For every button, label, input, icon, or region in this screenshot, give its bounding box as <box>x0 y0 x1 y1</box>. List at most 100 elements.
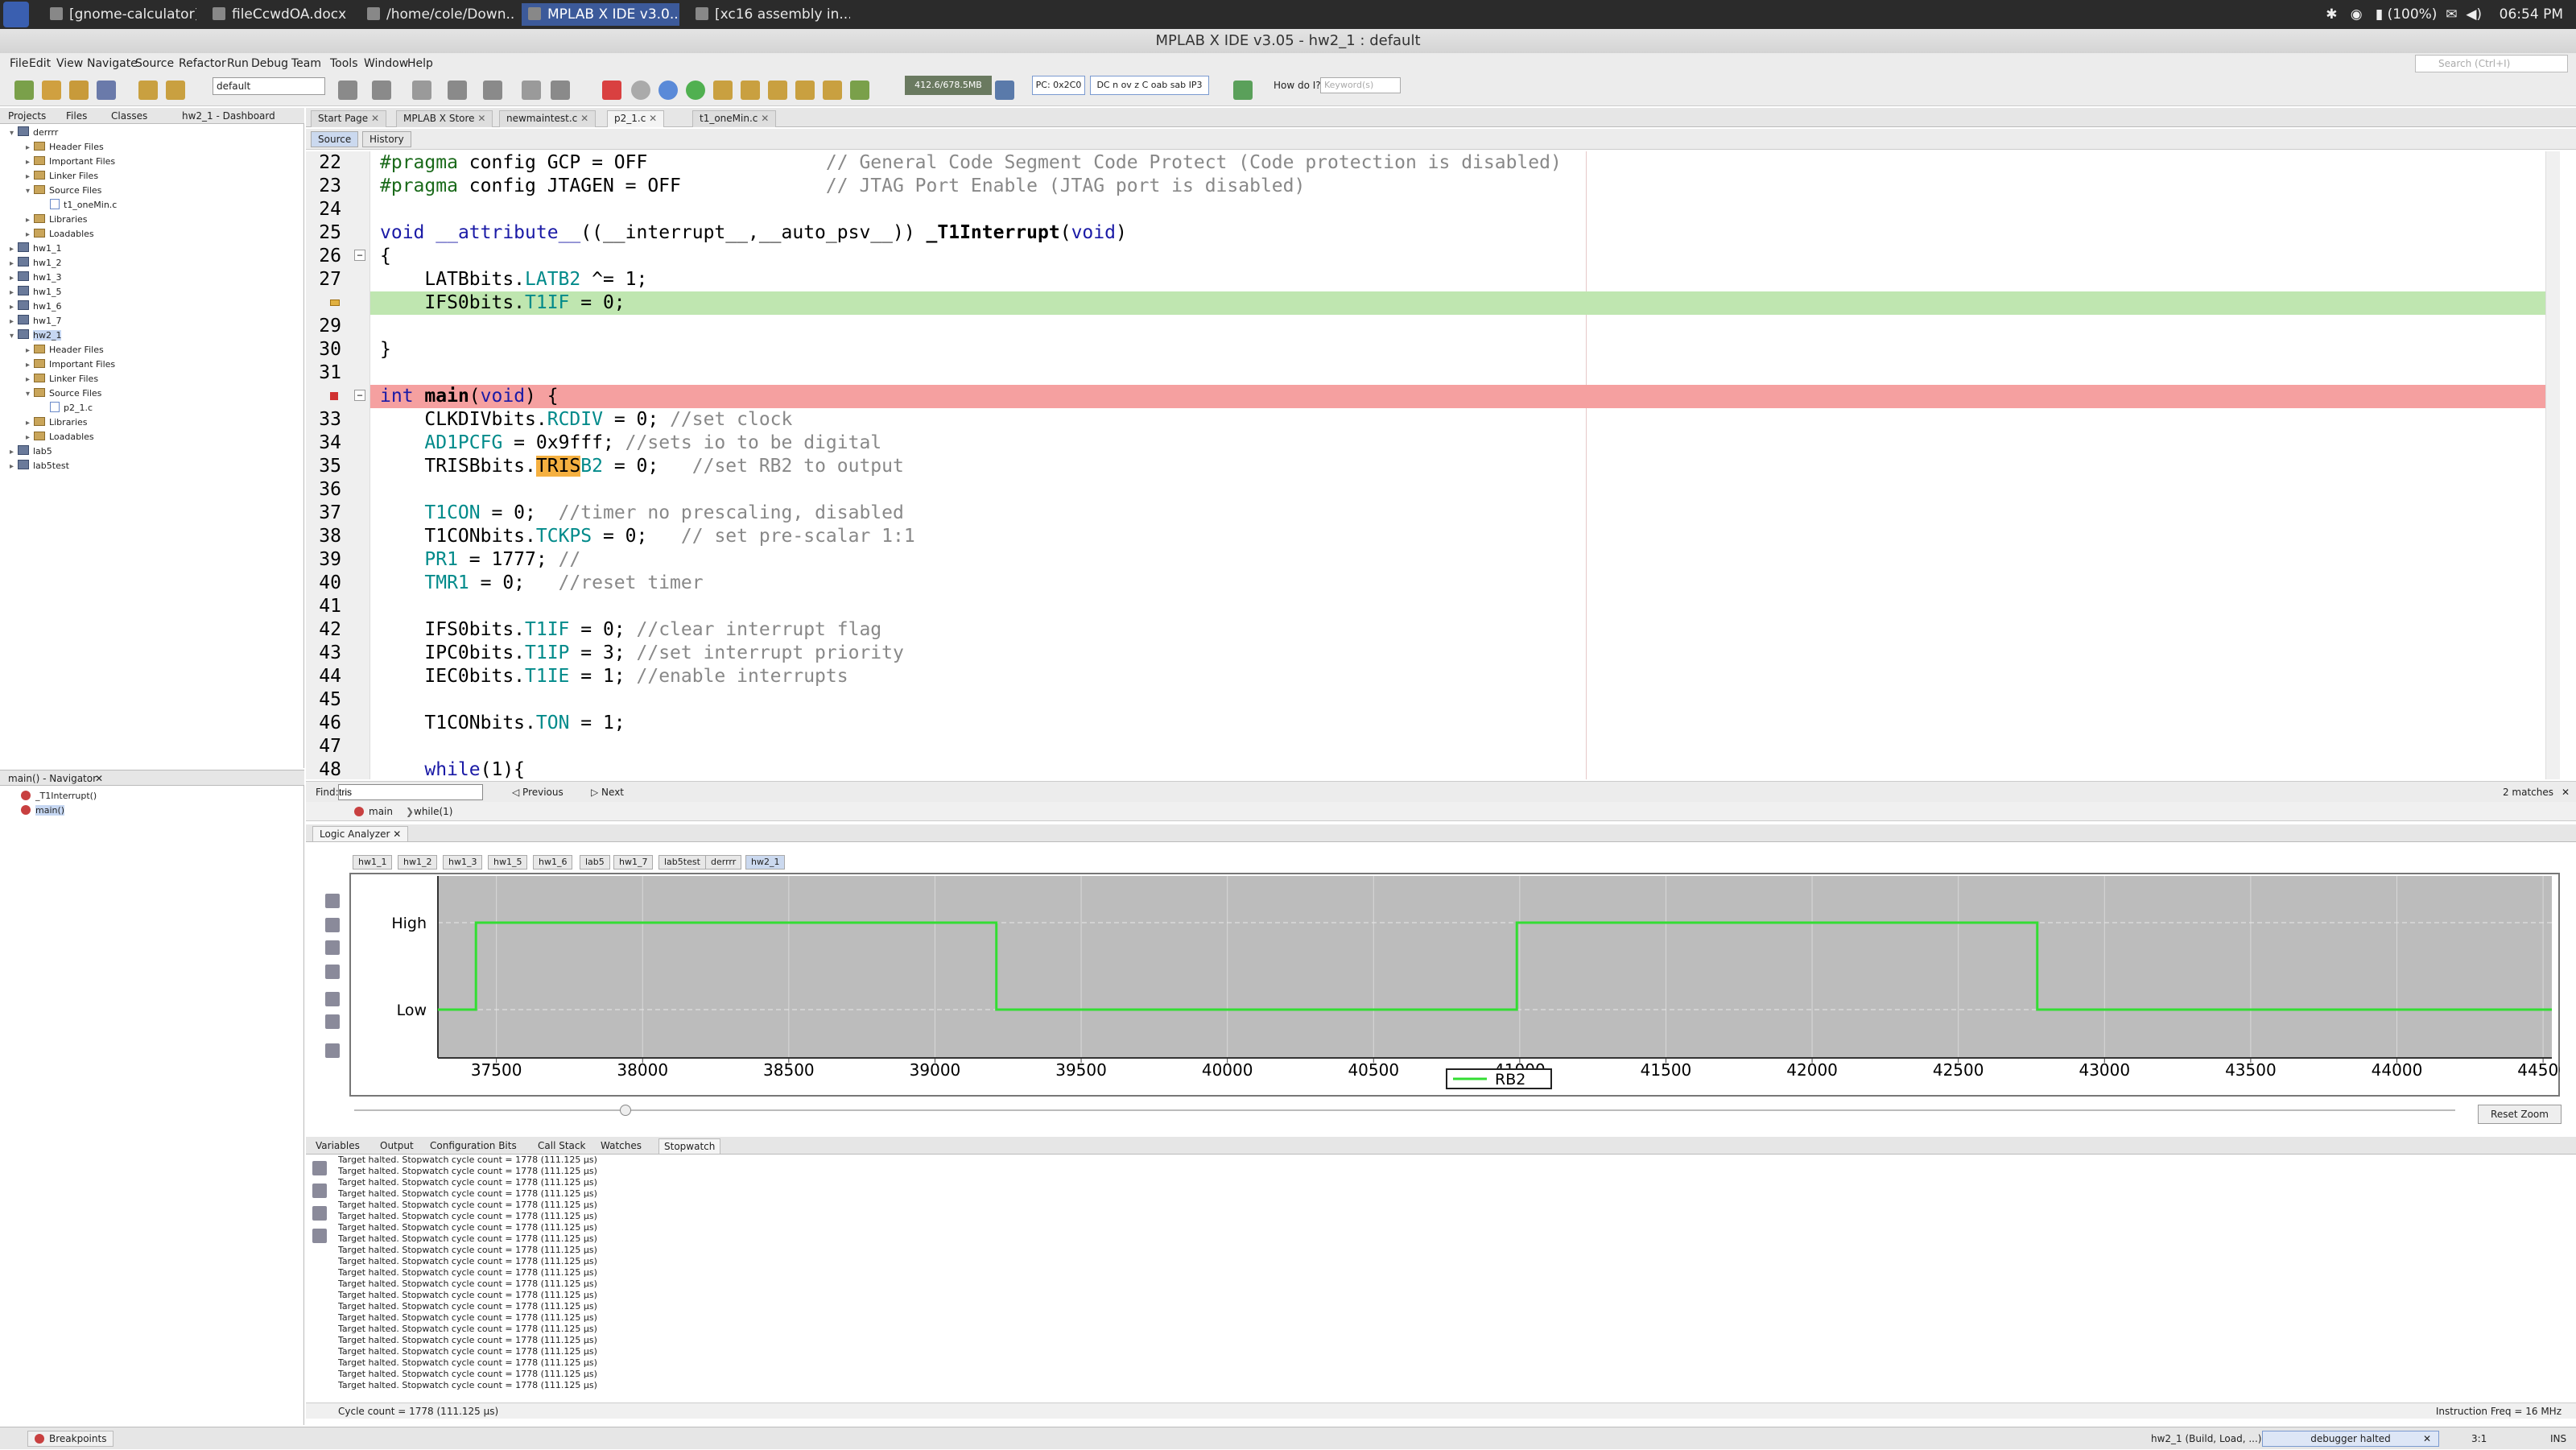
code-line[interactable]: TRISBbits.TRISB2 = 0; //set RB2 to outpu… <box>380 455 904 478</box>
tree-node[interactable]: ▸ Header Files <box>26 140 104 155</box>
editor-scrollbar[interactable] <box>2545 151 2560 779</box>
new-project-icon[interactable] <box>42 81 61 100</box>
collapsed-toggle-icon[interactable]: ▸ <box>10 315 18 329</box>
menu-refactor[interactable]: Refactor <box>179 53 226 74</box>
source-mode-button[interactable]: Source <box>311 131 359 147</box>
clean-build-icon[interactable] <box>372 81 391 100</box>
logic-analyzer-chart[interactable]: 3750038000385003900039500400004050041000… <box>349 873 2560 1097</box>
left-tab[interactable]: Projects <box>8 108 46 124</box>
collapsed-toggle-icon[interactable]: ▸ <box>26 213 34 228</box>
menu-window[interactable]: Window <box>364 53 408 74</box>
store-cart-icon[interactable] <box>1233 81 1253 100</box>
tree-node[interactable]: ▸ hw1_7 <box>10 314 61 328</box>
menu-debug[interactable]: Debug <box>251 53 288 74</box>
tree-node[interactable]: ▸ lab5 <box>10 444 52 459</box>
code-line[interactable]: T1CON = 0; //timer no prescaling, disabl… <box>380 502 903 525</box>
run-to-cursor-icon[interactable] <box>795 81 815 100</box>
collapsed-toggle-icon[interactable]: ▸ <box>26 344 34 358</box>
debug-project-icon[interactable] <box>551 81 570 100</box>
la-project-tab[interactable]: hw1_6 <box>533 855 573 870</box>
pause-icon[interactable] <box>631 81 650 100</box>
clear-icon[interactable] <box>325 1043 340 1058</box>
menu-help[interactable]: Help <box>407 53 433 74</box>
collapsed-toggle-icon[interactable]: ▸ <box>10 271 18 286</box>
expanded-toggle-icon[interactable]: ▾ <box>10 329 18 344</box>
save-all-icon[interactable] <box>97 81 116 100</box>
code-line[interactable]: } <box>380 338 391 361</box>
logic-analyzer-tab[interactable]: Logic Analyzer ✕ <box>312 826 409 842</box>
configuration-select[interactable]: default <box>213 77 325 95</box>
bluetooth-icon[interactable]: ✱ <box>2326 6 2337 23</box>
menu-view[interactable]: View <box>56 53 83 74</box>
close-icon[interactable]: ✕ <box>577 113 588 124</box>
expanded-toggle-icon[interactable]: ▾ <box>26 184 34 199</box>
code-line[interactable]: LATBbits.LATB2 ^= 1; <box>380 268 647 291</box>
code-line[interactable]: { <box>380 245 391 268</box>
tree-node[interactable]: ▸ Important Files <box>26 357 115 372</box>
tree-node[interactable]: ▾ derrrr <box>10 126 58 140</box>
export-icon[interactable] <box>325 992 340 1006</box>
close-icon[interactable]: ✕ <box>2423 1427 2431 1450</box>
stopwatch-reset-icon[interactable] <box>312 1184 327 1198</box>
close-icon[interactable]: ✕ <box>758 113 769 124</box>
collapsed-toggle-icon[interactable]: ▸ <box>10 300 18 315</box>
la-project-tab[interactable]: lab5 <box>580 855 610 870</box>
collapsed-toggle-icon[interactable]: ▸ <box>10 445 18 460</box>
stopwatch-icon[interactable] <box>312 1229 327 1243</box>
code-line[interactable]: int main(void) { <box>380 385 559 408</box>
output-tab[interactable]: Output <box>375 1138 419 1155</box>
fold-toggle-icon[interactable]: − <box>354 390 365 401</box>
menu-navigate[interactable]: Navigate <box>87 53 138 74</box>
tree-node[interactable]: ▸ Header Files <box>26 343 104 357</box>
left-tab[interactable]: Files <box>66 108 87 124</box>
crumb-while[interactable]: while(1) <box>414 802 452 821</box>
code-line[interactable]: PR1 = 1777; // <box>380 548 580 572</box>
navigator-title[interactable]: main() - Navigator <box>8 770 97 787</box>
output-tab[interactable]: Stopwatch <box>658 1138 721 1155</box>
output-tab[interactable]: Configuration Bits <box>425 1138 522 1155</box>
code-line[interactable]: IEC0bits.T1IE = 1; //enable interrupts <box>380 665 848 688</box>
menu-run[interactable]: Run <box>227 53 249 74</box>
logic-analyzer-scrollbar[interactable] <box>354 1105 2455 1117</box>
collapsed-toggle-icon[interactable]: ▸ <box>26 170 34 184</box>
taskbar-item[interactable]: MPLAB X IDE v3.0... <box>522 3 679 26</box>
la-project-tab[interactable]: hw1_7 <box>613 855 654 870</box>
find-previous-button[interactable]: ◁ Previous <box>512 782 564 803</box>
la-project-tab[interactable]: hw2_1 <box>745 855 786 870</box>
code-line[interactable]: IFS0bits.T1IF = 0; //clear interrupt fla… <box>380 618 881 642</box>
code-line[interactable]: while(1){ <box>380 758 525 779</box>
ide-search-input[interactable]: Search (Ctrl+I) <box>2415 55 2568 72</box>
copy-icon[interactable] <box>312 1206 327 1221</box>
open-project-icon[interactable] <box>69 81 89 100</box>
editor-tab[interactable]: t1_oneMin.c ✕ <box>692 110 777 127</box>
collapsed-toggle-icon[interactable]: ▸ <box>10 460 18 474</box>
set-pc-icon[interactable] <box>823 81 842 100</box>
collapsed-toggle-icon[interactable]: ▸ <box>26 358 34 373</box>
tree-node[interactable]: ▸ Linker Files <box>26 372 98 386</box>
output-tab[interactable]: Watches <box>596 1138 646 1155</box>
tree-node[interactable]: ▾ hw2_1 <box>10 328 62 344</box>
menu-tools[interactable]: Tools <box>330 53 358 74</box>
clock[interactable]: 06:54 PM <box>2500 6 2563 23</box>
close-icon[interactable]: ✕ <box>368 113 379 124</box>
code-line[interactable]: IPC0bits.T1IP = 3; //set interrupt prior… <box>380 642 903 665</box>
collapsed-toggle-icon[interactable]: ▸ <box>10 257 18 271</box>
taskbar-item[interactable]: [xc16 assembly in... <box>689 3 850 26</box>
la-project-tab[interactable]: derrrr <box>705 855 742 870</box>
la-project-tab[interactable]: hw1_5 <box>488 855 528 870</box>
keywords-input[interactable]: Keyword(s) <box>1320 77 1401 93</box>
settings-icon[interactable] <box>325 965 340 979</box>
menu-file[interactable]: File <box>10 53 28 74</box>
tree-node[interactable]: t1_oneMin.c <box>42 198 117 213</box>
collapsed-toggle-icon[interactable]: ▸ <box>26 416 34 431</box>
collapsed-toggle-icon[interactable]: ▸ <box>10 242 18 257</box>
tree-node[interactable]: ▸ Libraries <box>26 213 88 227</box>
code-line[interactable]: CLKDIVbits.RCDIV = 0; //set clock <box>380 408 792 432</box>
la-project-tab[interactable]: hw1_3 <box>443 855 483 870</box>
tree-node[interactable]: p2_1.c <box>42 401 93 415</box>
tree-node[interactable]: ▸ hw1_6 <box>10 300 61 314</box>
tree-node[interactable]: ▸ Linker Files <box>26 169 98 184</box>
close-icon[interactable]: ✕ <box>475 113 485 124</box>
os-menu-icon[interactable] <box>3 2 29 27</box>
code-line[interactable]: #pragma config GCP = OFF // General Code… <box>380 151 1562 175</box>
